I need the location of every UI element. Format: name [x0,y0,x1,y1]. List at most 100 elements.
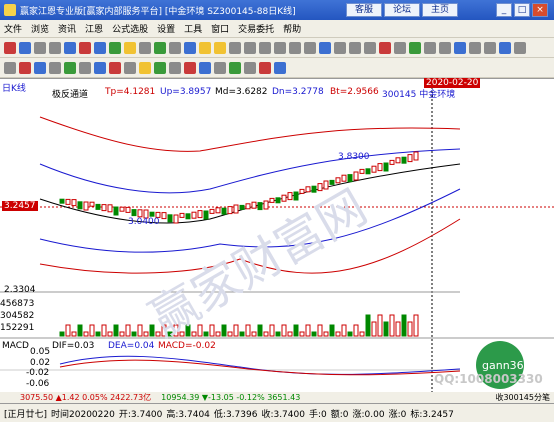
wave-icon[interactable] [184,61,196,74]
dea-value: DEA=0.04 [108,341,155,351]
grid2-icon[interactable] [109,41,121,54]
j-icon[interactable] [454,41,466,54]
n-icon[interactable] [514,41,526,54]
candle [227,206,233,215]
volume-bar [263,331,269,337]
diamond3-icon[interactable] [229,41,241,54]
index-bar: 3075.50 ▲1.42 0.05% 2422.73亿 10954.39 ▼-… [0,392,554,403]
f-icon[interactable] [394,41,406,54]
macd-tick-2: 0.02 [30,358,51,368]
chart-svg: 赢家财富网 gann360 [0,79,554,404]
menu-news[interactable]: 资讯 [58,22,76,35]
delete-icon[interactable] [244,61,256,74]
line-icon[interactable] [19,61,31,74]
c-icon[interactable] [349,41,361,54]
minimize-button[interactable]: _ [496,3,512,17]
zoom-out-icon[interactable] [49,41,61,54]
zoom-in-icon[interactable] [34,41,46,54]
circle-icon[interactable] [109,61,121,74]
kline-icon[interactable] [79,41,91,54]
arrow-icon[interactable] [154,61,166,74]
volume-bar [203,331,209,337]
l-icon[interactable] [484,41,496,54]
homepage-button[interactable]: 主页 [422,3,458,17]
candle [161,212,167,220]
menu-formula[interactable]: 公式选股 [112,22,148,35]
lines-icon[interactable] [169,41,181,54]
k-icon[interactable] [469,41,481,54]
menu-tools[interactable]: 工具 [184,22,202,35]
diamond-icon[interactable] [199,41,211,54]
diamond5-icon[interactable] [259,41,271,54]
diamond2-icon[interactable] [214,41,226,54]
macd-tick-1: 0.05 [30,347,51,357]
volume-bar [101,324,107,337]
volume-bar [221,324,227,337]
candle [209,208,215,214]
h-icon[interactable] [424,41,436,54]
d-icon[interactable] [364,41,376,54]
ruler-icon[interactable] [169,61,181,74]
fib-icon[interactable] [49,61,61,74]
date-tag: 2020-02-20 [424,78,481,88]
fan-icon[interactable] [94,61,106,74]
status-rec[interactable]: 收300145分笔 [495,392,550,403]
candle [275,197,281,204]
volume-bar [305,324,311,337]
box2-icon[interactable] [79,61,91,74]
text-icon[interactable] [139,61,151,74]
diamond4-icon[interactable] [244,41,256,54]
menu-window[interactable]: 窗口 [211,22,229,35]
chart-area[interactable]: 赢家财富网 gann360 日K线 极反通道 Tp=4.1281 Up=3.89… [0,78,554,404]
menu-trade[interactable]: 交易委托 [238,22,274,35]
arc-icon[interactable] [64,61,76,74]
diamond7-icon[interactable] [289,41,301,54]
status-bar: [正月廿七] 时间20200220 开:3.7400 高:3.7404 低:3.… [0,403,554,422]
candle [65,198,71,205]
channel-icon[interactable] [34,61,46,74]
status-amount: 额:0 [330,409,349,420]
chart-icon[interactable] [64,41,76,54]
grid3-icon[interactable] [124,61,136,74]
candle [173,214,179,224]
title-bar: 赢家江恩专业版[赢家内部服务平台] [中金环境 SZ300145-88日K线] [0,0,554,20]
candle [305,186,311,193]
diamond6-icon[interactable] [274,41,286,54]
hide-icon[interactable] [274,61,286,74]
cycle-icon[interactable] [214,61,226,74]
diamond8-icon[interactable] [304,41,316,54]
volume-bar [59,331,65,337]
square-icon[interactable] [229,61,241,74]
candle [263,200,269,210]
forum-button[interactable]: 论坛 [384,3,420,17]
app-icon[interactable] [4,41,16,54]
grid-icon[interactable] [19,41,31,54]
m-icon[interactable] [499,41,511,54]
a-icon[interactable] [319,41,331,54]
info-icon[interactable] [94,41,106,54]
table-icon[interactable] [184,41,196,54]
spiral-icon[interactable] [199,61,211,74]
volume-bar [269,324,275,337]
menu-gann[interactable]: 江恩 [85,22,103,35]
customer-service-button[interactable]: 客服 [346,3,382,17]
menu-help[interactable]: 帮助 [283,22,301,35]
maximize-button[interactable]: □ [514,3,530,17]
volume-bar [353,324,359,337]
b-icon[interactable] [334,41,346,54]
g-icon[interactable] [409,41,421,54]
menu-settings[interactable]: 设置 [157,22,175,35]
pen-icon[interactable] [124,41,136,54]
volume-bar [329,324,335,337]
e-icon[interactable] [379,41,391,54]
box-icon[interactable] [139,41,151,54]
lock-icon[interactable] [259,61,271,74]
close-button[interactable]: × [532,3,548,17]
menu-browse[interactable]: 浏览 [31,22,49,35]
chart2-icon[interactable] [154,41,166,54]
cursor-icon[interactable] [4,61,16,74]
menu-file[interactable]: 文件 [4,22,22,35]
period-label: 日K线 [2,84,26,94]
i-icon[interactable] [439,41,451,54]
candle [185,213,191,220]
